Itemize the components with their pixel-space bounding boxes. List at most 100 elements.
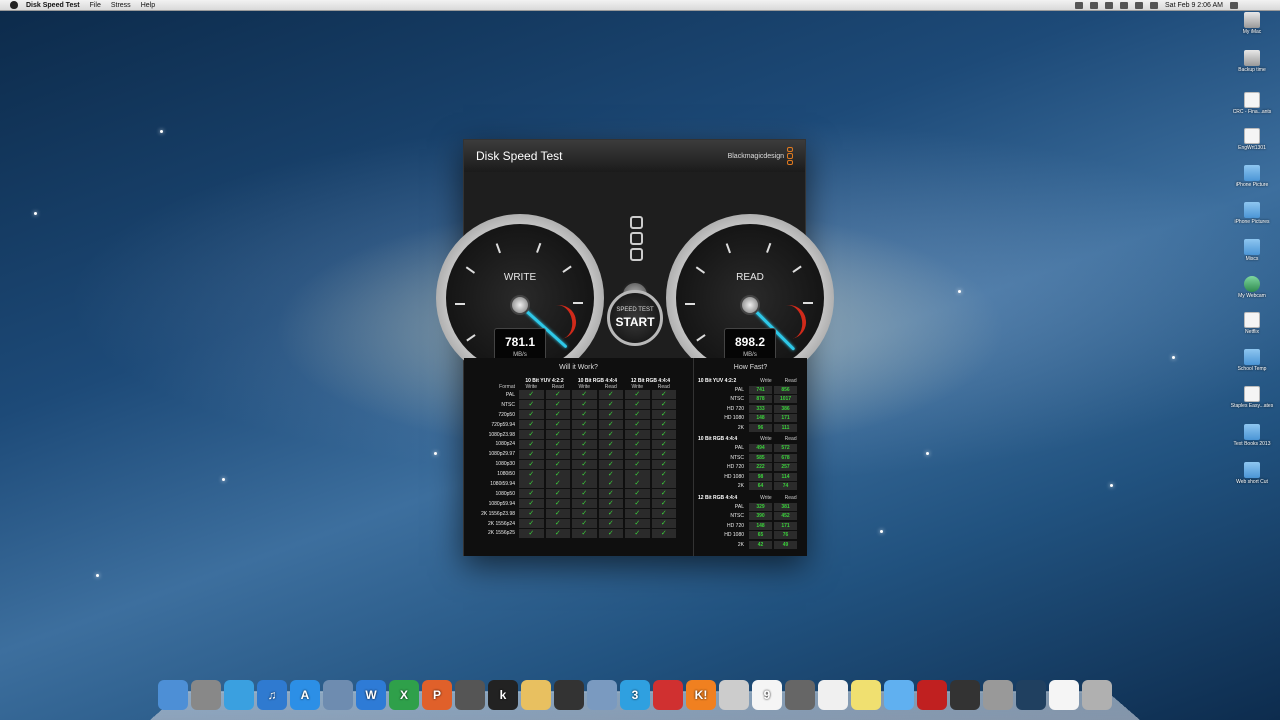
speed-test-start-button[interactable]: SPEED TEST START bbox=[607, 290, 663, 346]
photobooth-icon[interactable] bbox=[917, 680, 947, 710]
target-slot-3[interactable] bbox=[629, 248, 643, 261]
desktop-icon[interactable]: My Webcam bbox=[1224, 276, 1280, 299]
check-icon: ✓ bbox=[572, 400, 597, 410]
kindle-icon[interactable]: k bbox=[488, 680, 518, 710]
desktop-icon-label: Web short Cut bbox=[1236, 479, 1268, 485]
app-store-icon[interactable]: A bbox=[290, 680, 320, 710]
check-icon: ✓ bbox=[519, 469, 544, 479]
star bbox=[880, 530, 883, 533]
calculator-icon[interactable] bbox=[455, 680, 485, 710]
window-title-bar[interactable]: Disk Speed Test Blackmagicdesign bbox=[464, 140, 805, 172]
wifi-icon[interactable] bbox=[1120, 1, 1129, 9]
check-icon: ✓ bbox=[519, 459, 544, 469]
safari-icon[interactable] bbox=[224, 680, 254, 710]
finder-icon[interactable] bbox=[158, 680, 188, 710]
read-fps-value: 171 bbox=[774, 521, 797, 530]
stickies-icon[interactable] bbox=[851, 680, 881, 710]
preview-icon[interactable] bbox=[323, 680, 353, 710]
desktop-icon-label: My Webcam bbox=[1238, 293, 1266, 299]
table-row: 1080p59.94 ✓ ✓ ✓ ✓ ✓ ✓ bbox=[468, 499, 689, 509]
textedit-icon[interactable] bbox=[818, 680, 848, 710]
desktop-icon[interactable]: School Temp bbox=[1224, 349, 1280, 372]
calendar-icon[interactable]: 9 bbox=[752, 680, 782, 710]
star bbox=[1110, 484, 1113, 487]
check-icon: ✓ bbox=[625, 479, 650, 489]
menu-help[interactable]: Help bbox=[141, 2, 155, 9]
desktop-icon[interactable]: Staples Easy...ates bbox=[1224, 386, 1280, 409]
read-fps-value: 111 bbox=[774, 423, 797, 432]
format-label: 720p50 bbox=[498, 411, 515, 418]
check-icon: ✓ bbox=[572, 469, 597, 479]
aperture-icon[interactable] bbox=[554, 680, 584, 710]
check-icon: ✓ bbox=[545, 400, 570, 410]
status-icon[interactable] bbox=[1090, 1, 1099, 9]
desktop-icon[interactable]: Miscs bbox=[1224, 239, 1280, 262]
clock[interactable]: Sat Feb 9 2:06 AM bbox=[1165, 2, 1223, 9]
apple-menu-icon[interactable] bbox=[10, 1, 18, 9]
document-icon[interactable] bbox=[1049, 680, 1079, 710]
itunes-icon[interactable]: ♫ bbox=[257, 680, 287, 710]
menu-file[interactable]: File bbox=[90, 2, 101, 9]
check-icon: ✓ bbox=[519, 509, 544, 519]
desktop-icon[interactable]: My iMac bbox=[1224, 12, 1280, 35]
status-icon[interactable] bbox=[1105, 1, 1114, 9]
3-icon[interactable]: 3 bbox=[620, 680, 650, 710]
gauge-hub bbox=[740, 295, 760, 315]
read-fps-value: 1017 bbox=[774, 395, 797, 404]
system-preferences-icon[interactable] bbox=[983, 680, 1013, 710]
check-icon: ✓ bbox=[651, 499, 676, 509]
desktop-icon[interactable]: iPhone Picture bbox=[1224, 165, 1280, 188]
app-menu[interactable]: Disk Speed Test bbox=[26, 2, 80, 9]
format-label: NTSC bbox=[730, 396, 744, 403]
gauge-redzone bbox=[781, 302, 809, 340]
check-icon: ✓ bbox=[545, 519, 570, 529]
check-icon: ✓ bbox=[519, 479, 544, 489]
spotlight-search-icon[interactable] bbox=[1230, 1, 1238, 9]
target-slot-2[interactable] bbox=[629, 232, 643, 245]
table-row: 1080i59.94 ✓ ✓ ✓ ✓ ✓ ✓ bbox=[468, 479, 689, 489]
status-icon[interactable] bbox=[1075, 1, 1084, 9]
word-icon[interactable]: W bbox=[356, 680, 386, 710]
excel-icon[interactable]: X bbox=[389, 680, 419, 710]
format-label: HD 1080 bbox=[724, 415, 744, 422]
battery-icon[interactable] bbox=[1150, 1, 1159, 9]
target-slot-1[interactable] bbox=[629, 216, 643, 229]
star bbox=[926, 452, 929, 455]
volume-icon[interactable] bbox=[1135, 1, 1144, 9]
how-fast-group-header: 10 Bit YUV 4:2:2 Write Read bbox=[698, 376, 803, 385]
read-fps-value: 572 bbox=[774, 444, 797, 453]
messages-icon[interactable] bbox=[884, 680, 914, 710]
dashboard-icon[interactable] bbox=[785, 680, 815, 710]
desktop-icon[interactable]: CRC - Fina...ants bbox=[1224, 92, 1280, 115]
format-label: 1080p29.97 bbox=[488, 451, 515, 458]
check-icon: ✓ bbox=[625, 528, 650, 538]
desktop-icon[interactable]: Netflix bbox=[1224, 312, 1280, 335]
desktop-icon[interactable]: Text Books 2013 bbox=[1224, 424, 1280, 447]
facetime-icon[interactable] bbox=[719, 680, 749, 710]
desktop-icon[interactable]: Backup time bbox=[1224, 50, 1280, 73]
table-row: HD 1080 148 171 bbox=[698, 414, 803, 424]
check-icon: ✓ bbox=[625, 410, 650, 420]
desktop-icon-label: EngWrt1301 bbox=[1238, 145, 1266, 151]
how-fast-table: How Fast? 10 Bit YUV 4:2:2 Write Read PAL 74… bbox=[693, 358, 807, 556]
check-icon: ✓ bbox=[545, 449, 570, 459]
time-machine-icon[interactable] bbox=[1016, 680, 1046, 710]
status-area: Sat Feb 9 2:06 AM bbox=[1075, 1, 1280, 9]
k1-icon[interactable]: K! bbox=[686, 680, 716, 710]
star bbox=[160, 130, 163, 133]
trash-icon[interactable] bbox=[1082, 680, 1112, 710]
format-label: HD 720 bbox=[727, 405, 744, 412]
activity-monitor-icon[interactable] bbox=[950, 680, 980, 710]
desktop-icon[interactable]: EngWrt1301 bbox=[1224, 128, 1280, 151]
check-icon: ✓ bbox=[625, 400, 650, 410]
notes-icon[interactable] bbox=[521, 680, 551, 710]
desktop-icon[interactable]: iPhone Pictures bbox=[1224, 202, 1280, 225]
menu-stress[interactable]: Stress bbox=[111, 2, 131, 9]
desktop-icon[interactable]: Web short Cut bbox=[1224, 462, 1280, 485]
english-icon[interactable] bbox=[653, 680, 683, 710]
write-fps-value: 222 bbox=[749, 463, 772, 472]
launchpad-icon[interactable] bbox=[191, 680, 221, 710]
check-icon: ✓ bbox=[519, 519, 544, 529]
iphoto-icon[interactable] bbox=[587, 680, 617, 710]
powerpoint-icon[interactable]: P bbox=[422, 680, 452, 710]
